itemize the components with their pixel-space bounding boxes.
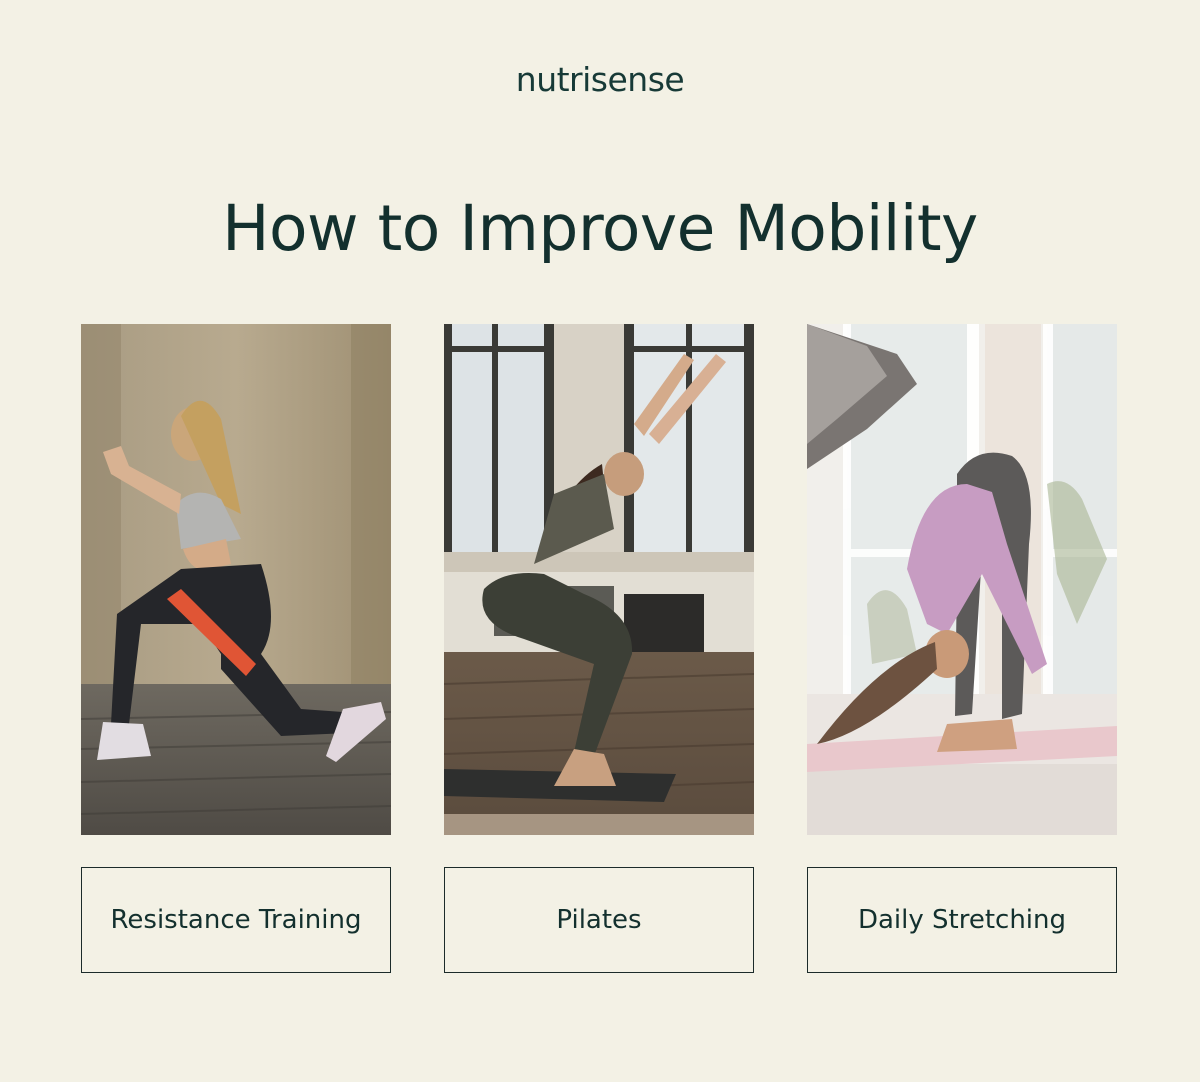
label-daily-stretching[interactable]: Daily Stretching [807, 867, 1117, 973]
label-pilates[interactable]: Pilates [444, 867, 754, 973]
photo-resistance-training [81, 324, 391, 835]
photo-pilates [444, 324, 754, 835]
brand-logo: nutrisense [515, 60, 685, 99]
label-resistance-training[interactable]: Resistance Training [81, 867, 391, 973]
page-title: How to Improve Mobility [222, 192, 978, 265]
photo-daily-stretching [807, 324, 1117, 835]
